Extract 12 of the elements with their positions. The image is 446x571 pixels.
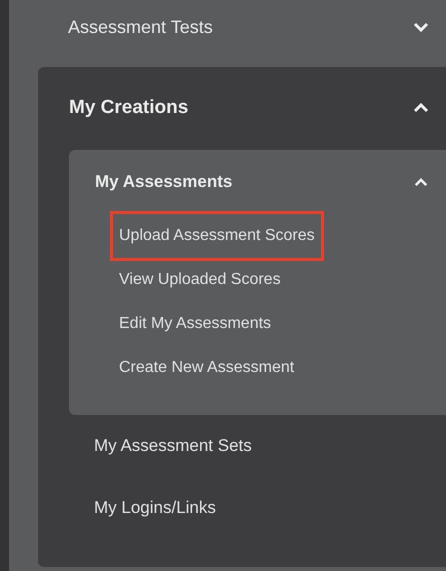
group-title[interactable]: My Assessments (95, 172, 232, 192)
chevron-icon[interactable] (413, 103, 429, 113)
menu-link[interactable]: Create New Assessment (113, 346, 300, 390)
section-title[interactable]: My Creations (69, 97, 188, 119)
menu-link[interactable]: Edit My Assessments (113, 302, 278, 346)
menu-item[interactable]: Assessment Tests (68, 16, 213, 38)
chevron-icon[interactable] (413, 22, 429, 32)
menu-link[interactable]: My Logins/Links (94, 498, 216, 518)
chevron-icon[interactable] (414, 178, 428, 186)
menu-link[interactable]: View Uploaded Scores (113, 258, 287, 302)
menu-link[interactable]: My Assessment Sets (94, 436, 252, 456)
menu-link[interactable]: Upload Assessment Scores (113, 214, 321, 258)
